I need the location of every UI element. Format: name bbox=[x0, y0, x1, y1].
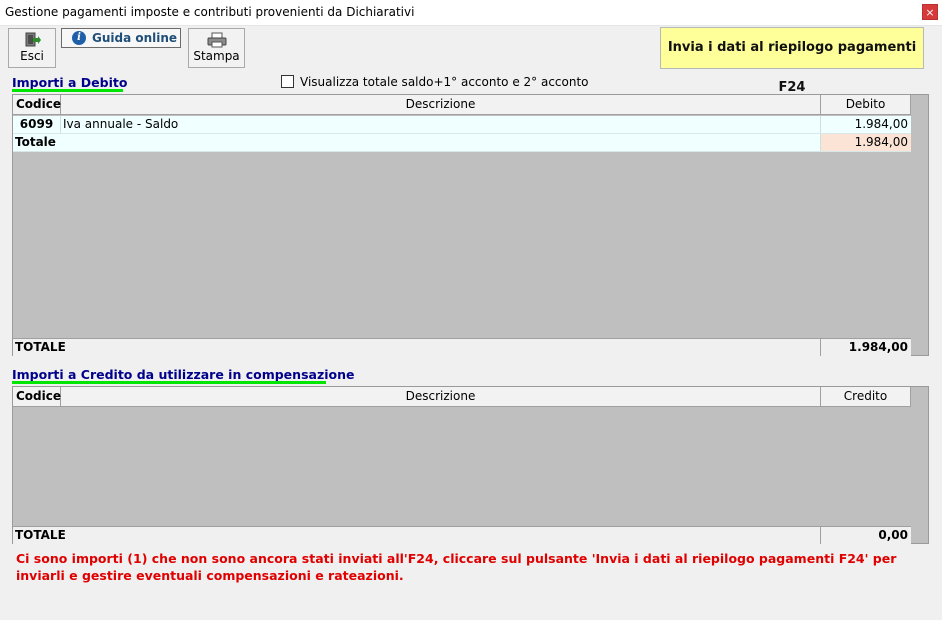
credito-footer-amount: 0,00 bbox=[878, 528, 908, 542]
debito-col-codice: Codice bbox=[13, 95, 61, 114]
debito-footer-row: TOTALE 1.984,00 bbox=[13, 338, 911, 356]
debito-grid-header: Codice Descrizione Debito bbox=[13, 95, 911, 115]
table-row[interactable]: 6099 Iva annuale - Saldo 1.984,00 bbox=[13, 116, 911, 134]
credito-grid-header: Codice Descrizione Credito bbox=[13, 387, 911, 407]
close-icon: × bbox=[925, 6, 935, 19]
pending-f24-message: Ci sono importi (1) che non sono ancora … bbox=[16, 551, 897, 583]
row-description: Iva annuale - Saldo bbox=[61, 116, 821, 133]
stampa-label: Stampa bbox=[193, 49, 240, 63]
credito-footer-row: TOTALE 0,00 bbox=[13, 526, 911, 544]
debito-footer-label: TOTALE bbox=[13, 339, 821, 356]
visualizza-totale-checkbox[interactable] bbox=[281, 75, 294, 88]
debito-title-underline bbox=[12, 89, 123, 92]
row-amount: 1.984,00 bbox=[854, 117, 908, 131]
credito-col-codice: Codice bbox=[13, 387, 61, 406]
visualizza-totale-checkbox-row[interactable]: Visualizza totale saldo+1° acconto e 2° … bbox=[281, 75, 589, 89]
info-icon: i bbox=[72, 31, 86, 45]
invia-f24-button[interactable]: Invia i dati al riepilogo pagamenti F24 bbox=[660, 27, 924, 95]
row-code: 6099 bbox=[13, 116, 61, 133]
debito-col-descrizione: Descrizione bbox=[61, 95, 821, 114]
debito-section-title: Importi a Debito bbox=[12, 75, 128, 90]
credito-grid: Codice Descrizione Credito TOTALE 0,00 bbox=[12, 386, 929, 544]
stampa-button[interactable]: Stampa bbox=[188, 28, 245, 68]
close-button[interactable]: × bbox=[922, 4, 938, 20]
credito-col-descrizione: Descrizione bbox=[61, 387, 821, 406]
credito-footer-label: TOTALE bbox=[13, 527, 821, 544]
subtotal-amount: 1.984,00 bbox=[821, 134, 911, 151]
window-title: Gestione pagamenti imposte e contributi … bbox=[5, 5, 415, 19]
printer-icon bbox=[207, 32, 226, 48]
esci-label: Esci bbox=[20, 49, 44, 63]
debito-grid: Codice Descrizione Debito 6099 Iva annua… bbox=[12, 94, 929, 356]
credito-section-title: Importi a Credito da utilizzare in compe… bbox=[12, 367, 355, 382]
debito-subtotal-row: Totale 1.984,00 bbox=[13, 134, 911, 152]
esci-button[interactable]: Esci bbox=[8, 28, 56, 68]
debito-footer-amount: 1.984,00 bbox=[848, 340, 908, 354]
visualizza-totale-label: Visualizza totale saldo+1° acconto e 2° … bbox=[300, 75, 589, 89]
guida-online-button[interactable]: i Guida online bbox=[61, 28, 181, 48]
subtotal-label: Totale bbox=[13, 134, 821, 151]
exit-icon bbox=[25, 32, 41, 47]
credito-col-credito: Credito bbox=[821, 387, 911, 406]
title-bar: Gestione pagamenti imposte e contributi … bbox=[0, 0, 942, 26]
guida-online-label: Guida online bbox=[92, 31, 178, 45]
credito-title-underline bbox=[12, 381, 326, 384]
debito-col-debito: Debito bbox=[821, 95, 911, 114]
